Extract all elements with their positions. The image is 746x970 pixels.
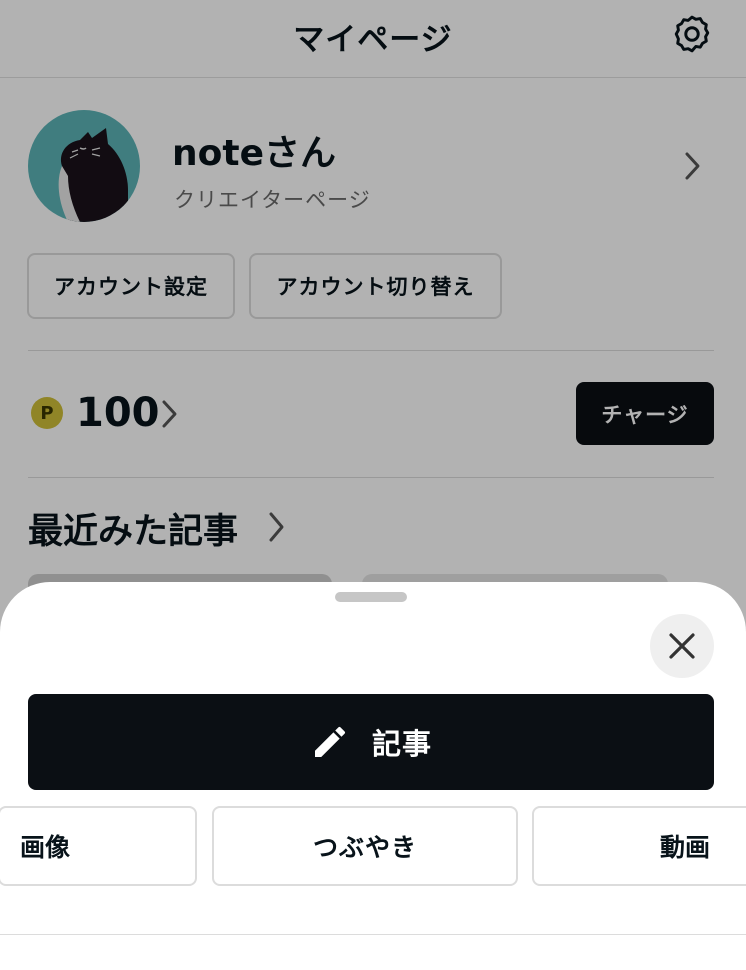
new-article-label: 記事	[371, 727, 432, 761]
close-icon	[669, 633, 695, 659]
divider	[0, 934, 746, 935]
new-murmur-label: つぶやき	[312, 833, 417, 862]
focus-highlight: つぶやき	[202, 794, 524, 891]
pencil-icon	[314, 726, 345, 757]
new-image-button[interactable]: 画像	[0, 806, 197, 886]
close-button[interactable]	[650, 614, 714, 678]
post-type-sheet: 記事 画像 動画	[0, 582, 746, 970]
new-image-label: 画像	[20, 833, 71, 862]
new-video-button[interactable]: 動画	[532, 806, 746, 886]
new-murmur-button[interactable]: つぶやき	[212, 806, 518, 886]
new-article-button[interactable]: 記事	[28, 694, 714, 790]
new-video-label: 動画	[660, 833, 711, 862]
sheet-drag-handle[interactable]	[335, 592, 407, 602]
